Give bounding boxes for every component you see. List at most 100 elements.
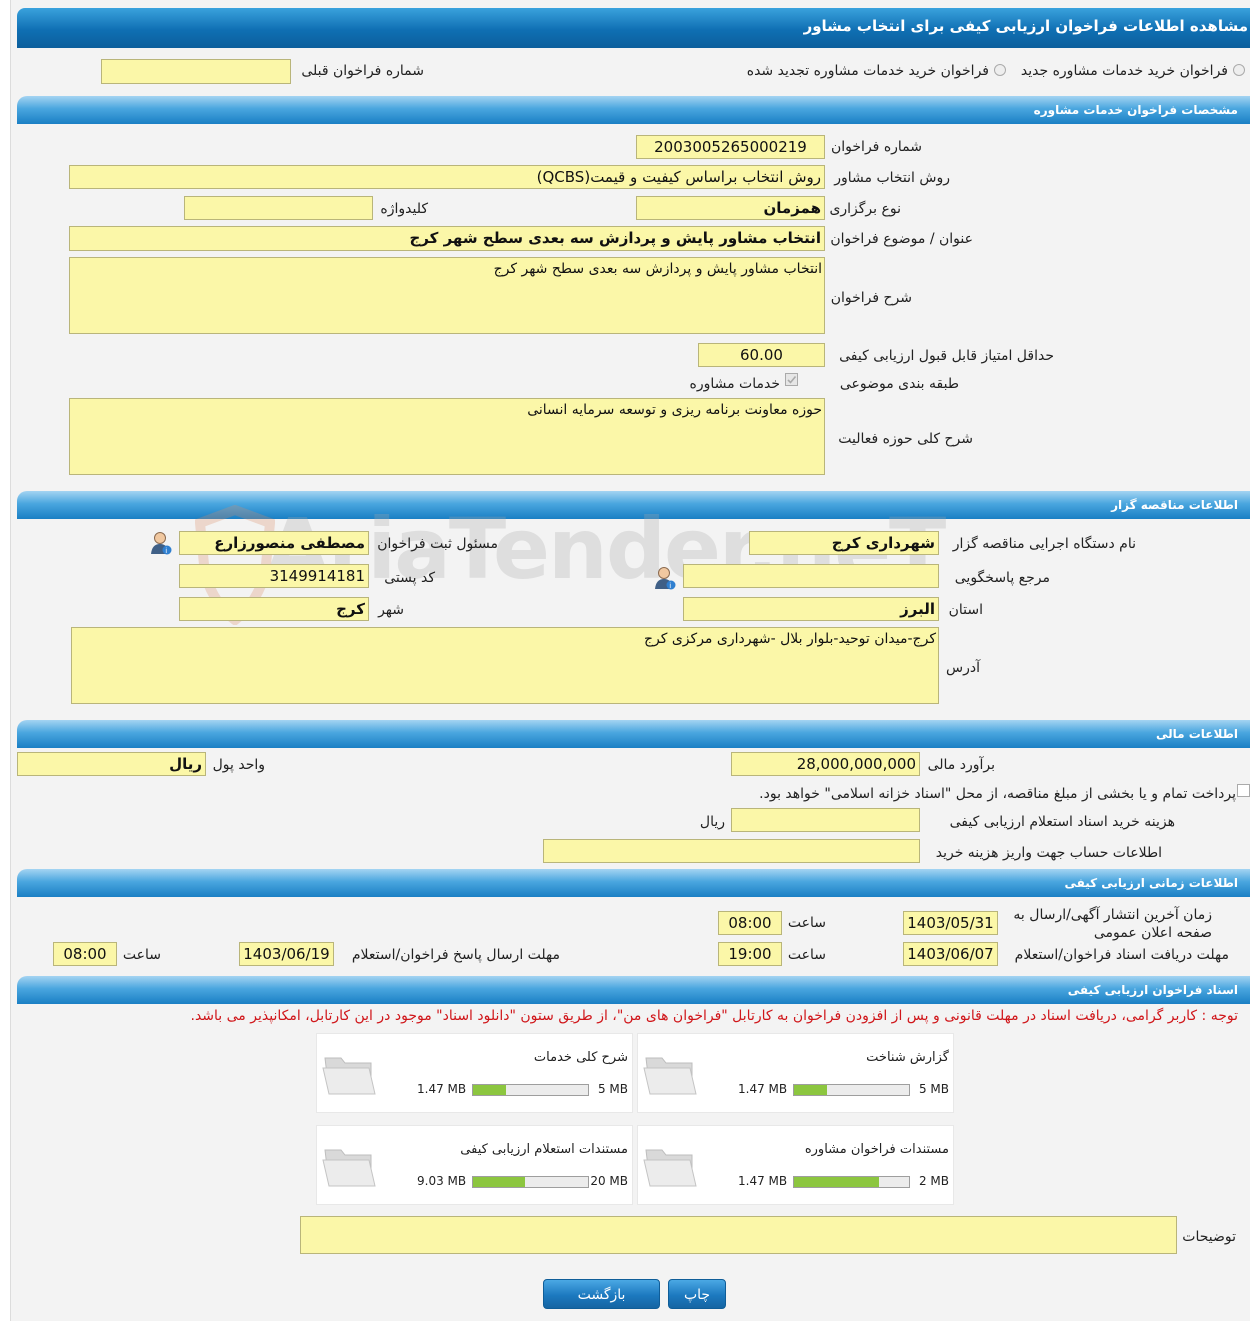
receive-date-field: 1403/06/07 [903,942,998,966]
radio-renewed-call[interactable] [994,64,1006,76]
comments-field [300,1216,1177,1254]
reference-info-icon[interactable]: i [654,566,676,590]
document-card[interactable]: شرح کلی خدمات 1.47 MB 5 MB [316,1033,633,1113]
estimate-field: 28,000,000,000 [731,752,920,776]
section-header-specs: مشخصات فراخوان خدمات مشاوره [17,96,1250,124]
registrar-label: مسئول ثبت فراخوان [377,536,498,552]
description-field: انتخاب مشاور پایش و پردازش سه بعدی سطح ش… [69,257,825,334]
subject-field: انتخاب مشاور پایش و پردازش سه بعدی سطح ش… [69,226,825,251]
document-card[interactable]: گزارش شناخت 1.47 MB 5 MB [637,1033,954,1113]
city-field: کرج [179,597,369,621]
document-card[interactable]: مستندات فراخوان مشاوره 1.47 MB 2 MB [637,1125,954,1205]
method-field: روش انتخاب براساس کیفیت و قیمت(QCBS) [69,165,825,189]
postal-field: 3149914181 [179,564,369,588]
document-progress-fill [794,1177,880,1187]
keyword-field[interactable] [184,196,373,220]
download-notice: توجه : کاربر گرامی، دریافت اسناد در مهلت… [190,1008,1239,1024]
document-progress-bar [793,1176,910,1188]
section-header-docs: اسناد فراخوان ارزیابی کیفی [17,976,1250,1004]
city-label: شهر [378,602,404,618]
receive-label: مهلت دریافت اسناد فراخوان/استعلام [1014,947,1229,963]
reply-time-label: ساعت [122,947,161,963]
radio-renewed-call-label: فراخوان خرید خدمات مشاوره تجدید شده [746,63,989,79]
svg-text:i: i [165,547,167,555]
doc-cost-unit: ریال [699,814,725,830]
subject-label: عنوان / موضوع فراخوان [830,231,973,247]
document-name: مستندات استعلام ارزیابی کیفی [460,1142,628,1157]
province-label: استان [948,602,983,618]
treasury-text: پرداخت تمام و یا بخشی از مبلغ مناقصه، از… [759,786,1236,802]
page-header: مشاهده اطلاعات فراخوان ارزیابی کیفی برای… [17,8,1250,48]
document-size-total: 5 MB [597,1082,628,1096]
section-header-timing: اطلاعات زمانی ارزیابی کیفی [17,869,1250,897]
document-size-current: 1.47 MB [417,1082,467,1096]
prev-call-field[interactable] [101,59,291,84]
document-size-current: 1.47 MB [738,1082,788,1096]
section-title-timing: اطلاعات زمانی ارزیابی کیفی [1064,876,1238,890]
document-progress-fill [473,1177,525,1187]
province-field: البرز [683,597,939,621]
doc-cost-label: هزینه خرید اسناد استعلام ارزیابی کیفی [949,814,1175,830]
reference-label: مرجع پاسخگویی [954,570,1050,586]
type-label: نوع برگزاری [829,201,901,217]
address-label: آدرس [946,660,980,676]
document-size-total: 20 MB [590,1174,628,1188]
document-progress-bar [793,1084,910,1096]
currency-label: واحد پول [212,757,265,773]
publish-date-field: 1403/05/31 [903,911,998,935]
receive-time-field: 19:00 [718,942,782,966]
category-value: خدمات مشاوره [689,376,780,392]
activity-label: شرح کلی حوزه فعالیت [838,431,973,447]
publish-label-line1: زمان آخرین انتشار آگهی/ارسال به [1013,907,1212,923]
document-progress-fill [473,1085,507,1095]
org-field: شهرداری کرج [749,531,939,555]
document-progress-bar [472,1084,589,1096]
comments-label: توضیحات [1182,1229,1236,1245]
treasury-checkbox[interactable] [1237,784,1250,797]
receive-time-label: ساعت [787,947,826,963]
document-size-current: 9.03 MB [417,1174,467,1188]
reply-time-field: 08:00 [53,942,117,966]
estimate-label: برآورد مالی [927,757,995,773]
check-icon [787,375,797,384]
document-card[interactable]: مستندات استعلام ارزیابی کیفی 9.03 MB 20 … [316,1125,633,1205]
folder-icon [321,1140,377,1196]
document-size-current: 1.47 MB [738,1174,788,1188]
document-name: شرح کلی خدمات [533,1050,628,1065]
type-field: همزمان [636,196,825,220]
org-label: نام دستگاه اجرایی مناقصه گزار [952,536,1136,552]
keyword-label: کلیدواژه [380,201,428,217]
folder-icon [642,1140,698,1196]
reference-field [683,564,939,588]
radio-new-call-label: فراخوان خرید خدمات مشاوره جدید [1020,63,1228,79]
min-score-label: حداقل امتیاز قابل قبول ارزیابی کیفی [839,348,1054,364]
document-name: مستندات فراخوان مشاوره [804,1142,949,1157]
print-button[interactable]: چاپ [668,1279,726,1309]
prev-call-label: شماره فراخوان قبلی [301,63,424,79]
postal-label: کد پستی [384,570,435,586]
call-number-label: شماره فراخوان [831,139,922,155]
method-label: روش انتخاب مشاور [834,170,950,186]
radio-new-call[interactable] [1233,64,1245,76]
folder-icon [321,1048,377,1104]
page-title: مشاهده اطلاعات فراخوان ارزیابی کیفی برای… [803,17,1248,35]
section-title-financial: اطلاعات مالی [1155,727,1238,741]
back-button[interactable]: بازگشت [543,1279,660,1309]
section-title-tenderer: اطلاعات مناقصه گزار [1111,498,1238,512]
user-info-icon[interactable]: i [150,531,172,555]
document-size-total: 2 MB [918,1174,949,1188]
publish-time-field: 08:00 [718,911,782,935]
currency-field: ریال [17,752,206,776]
publish-label: زمان آخرین انتشار آگهی/ارسال به صفحه اعل… [1013,906,1212,942]
document-progress-bar [472,1176,589,1188]
svg-text:i: i [669,582,671,590]
min-score-field: 60.00 [698,343,825,367]
document-name: گزارش شناخت [866,1050,949,1065]
folder-icon [642,1048,698,1104]
section-header-financial: اطلاعات مالی [17,720,1250,748]
registrar-field: مصطفی منصورزارع [179,531,369,555]
reply-label: مهلت ارسال پاسخ فراخوان/استعلام [351,947,560,963]
section-title-docs: اسناد فراخوان ارزیابی کیفی [1067,983,1238,997]
category-checkbox[interactable] [785,373,798,386]
document-progress-fill [794,1085,828,1095]
